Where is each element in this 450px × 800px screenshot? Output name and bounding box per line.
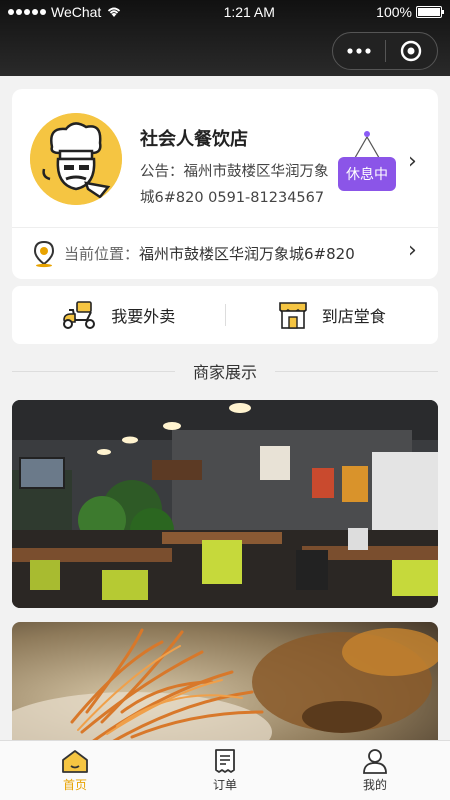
scooter-icon	[63, 301, 96, 329]
tab-orders[interactable]: 订单	[150, 741, 300, 800]
delivery-label: 我要外卖	[111, 307, 176, 326]
battery-icon	[415, 6, 444, 18]
mini-program-capsule	[332, 32, 438, 70]
tab-bar: 首页 订单 我的	[0, 740, 450, 800]
showcase-photo-interior[interactable]	[12, 400, 438, 608]
dine-in-button[interactable]: 到店堂食	[226, 286, 439, 344]
wifi-icon	[108, 7, 121, 17]
user-icon	[363, 749, 387, 774]
section-header: 商家展示	[12, 356, 439, 386]
shop-logo	[30, 113, 122, 205]
location-value: 福州市鼓楼区华润万象城6#820	[139, 245, 355, 263]
location-pin-icon	[33, 240, 55, 267]
status-tag-label: 休息中	[338, 157, 396, 191]
delivery-button[interactable]: 我要外卖	[12, 286, 225, 344]
showcase-photo-food[interactable]	[12, 622, 438, 752]
section-title: 商家展示	[193, 363, 258, 382]
signal-icon	[8, 9, 46, 15]
dine-in-label: 到店堂食	[321, 307, 386, 326]
shop-name: 社会人餐饮店	[140, 129, 248, 150]
location-label: 当前位置：	[64, 245, 140, 263]
order-mode-card: 我要外卖 到店堂食	[12, 286, 438, 344]
shop-info-card[interactable]: 社会人餐饮店 公告：福州市鼓楼区华润万象城6#820 0591-81234567…	[12, 89, 438, 279]
storefront-icon	[278, 302, 307, 329]
tab-orders-label: 订单	[212, 778, 237, 792]
shop-notice: 公告：福州市鼓楼区华润万象城6#820 0591-81234567	[140, 164, 329, 206]
status-bar: WeChat 1:21 AM 100%	[0, 0, 450, 24]
more-dots-icon[interactable]	[333, 33, 385, 69]
battery-percent: 100%	[376, 4, 412, 20]
tab-profile-label: 我的	[362, 778, 387, 792]
home-icon	[62, 750, 88, 773]
carrier-label: WeChat	[51, 4, 102, 20]
tab-profile[interactable]: 我的	[300, 741, 450, 800]
clock: 1:21 AM	[223, 4, 275, 20]
chevron-right-icon[interactable]: ›	[408, 149, 417, 174]
order-icon	[215, 749, 235, 773]
tab-home-label: 首页	[62, 778, 87, 792]
chevron-right-icon[interactable]: ›	[408, 238, 417, 263]
tab-home[interactable]: 首页	[0, 741, 150, 800]
location-row[interactable]: 当前位置： 福州市鼓楼区华润万象城6#820 ›	[12, 228, 438, 279]
status-tag: 休息中	[338, 131, 396, 191]
top-bar: WeChat 1:21 AM 100%	[0, 0, 450, 76]
target-icon[interactable]	[386, 33, 438, 69]
